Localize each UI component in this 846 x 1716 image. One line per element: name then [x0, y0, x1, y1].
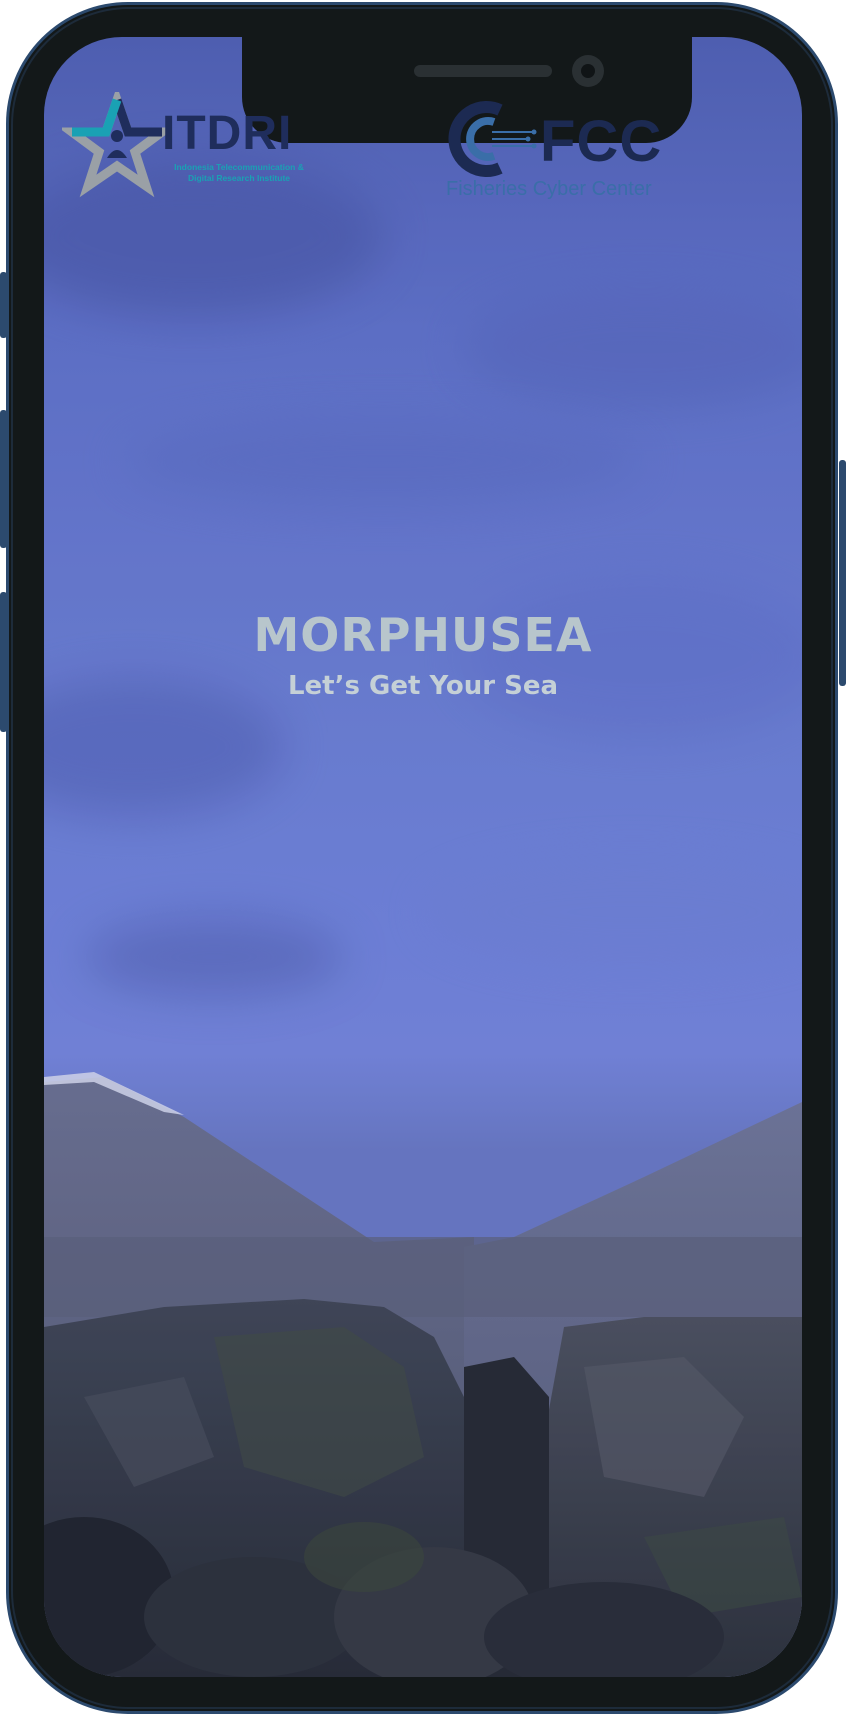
fcc-logo: FCC Fisheries Cyber Center [444, 100, 674, 200]
fcc-wordmark: FCC [540, 109, 663, 174]
app-title: MORPHUSEA [253, 608, 593, 662]
earpiece-speaker [414, 65, 552, 77]
itdri-logo: ITDRI Indonesia Telecommunication & Digi… [62, 92, 332, 202]
front-camera-icon [572, 55, 604, 87]
itdri-subtitle: Indonesia Telecommunication & Digital Re… [174, 162, 304, 183]
splash-screen [44, 37, 802, 1677]
coastal-landscape-background [44, 37, 802, 1677]
itdri-wordmark: ITDRI [162, 107, 293, 160]
star-person-icon [62, 92, 172, 198]
fcc-subtitle: Fisheries Cyber Center [446, 178, 652, 200]
app-tagline: Let’s Get Your Sea [287, 671, 559, 701]
c-circuit-icon [448, 101, 537, 177]
